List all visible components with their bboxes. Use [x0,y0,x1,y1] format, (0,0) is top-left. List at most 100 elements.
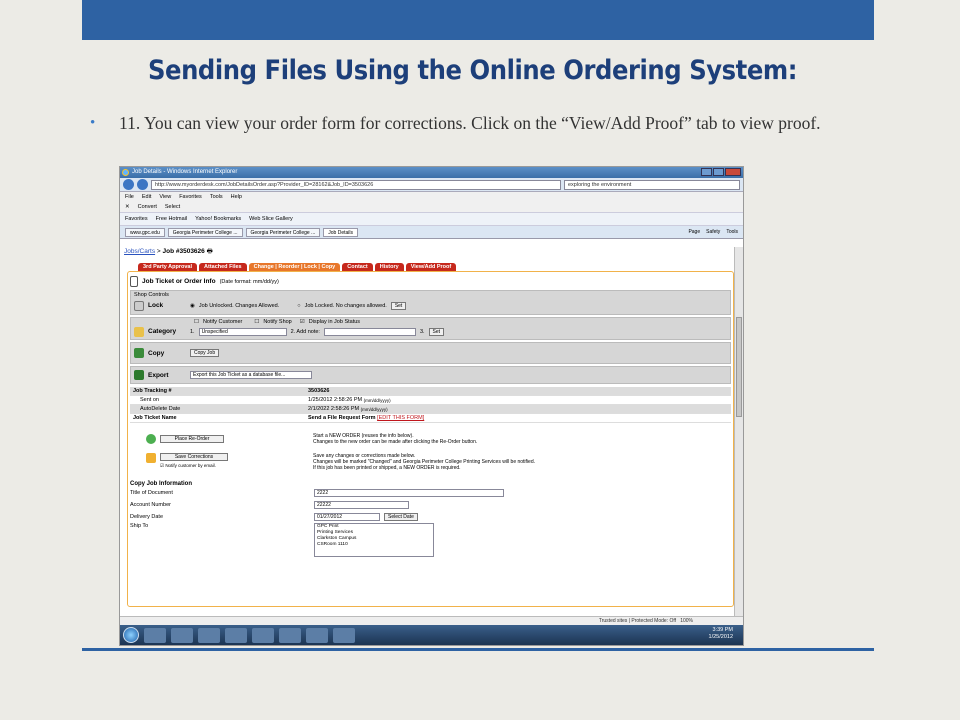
edit-form-link[interactable]: [EDIT THIS FORM] [377,415,424,421]
tools-menu[interactable]: Tools [726,229,738,235]
field-row: Title of Document 2222 [130,487,731,499]
save-note: If this job has been printed or shipped,… [313,465,461,471]
menu-file[interactable]: File [125,194,134,200]
account-number-input[interactable]: 22222 [314,501,409,509]
lock-radio-unlocked[interactable]: ◉ [190,303,195,309]
category-note-input[interactable] [323,327,416,336]
tab-attached-files[interactable]: Attached Files [199,263,247,271]
url-input[interactable]: http://www.myorderdesk.com/JobDetailsOrd… [151,179,561,190]
tab-gpc-college-2[interactable]: Georgia Perimeter College ... [245,227,321,237]
ship-to-textarea[interactable]: GPC Print Printing Services Clarkston Ca… [314,523,434,557]
ticket-name-value: Send a File Request Form [308,415,376,421]
category-select[interactable]: Unspecified [198,327,287,336]
taskbar-word-icon[interactable] [252,627,274,643]
slide-title: Sending Files Using the Online Ordering … [148,55,797,86]
vertical-scrollbar[interactable] [734,247,743,621]
copy-job-button[interactable]: Copy Job [190,349,220,357]
favorites-bar: Favorites Free Hotmail Yahoo! Bookmarks … [120,213,743,226]
sent-suffix: (mm/dd/yyyy) [363,397,391,403]
ie-icon [122,169,129,176]
page-menu[interactable]: Page [688,229,700,235]
fav-webslice[interactable]: Web Slice Gallery [249,216,293,222]
safety-menu[interactable]: Safety [706,229,720,235]
scroll-thumb[interactable] [736,317,742,417]
taskbar-ie-icon[interactable] [144,627,166,643]
back-button[interactable] [123,179,134,190]
status-text: Trusted sites | Protected Mode: Off [598,618,677,624]
zoom-level[interactable]: 100% [680,618,693,624]
copy-icon [134,348,144,358]
fav-yahoo[interactable]: Yahoo! Bookmarks [195,216,241,222]
export-icon [134,370,144,380]
tab-change-reorder[interactable]: Change | Reorder | Lock | Copy [248,263,341,271]
tab-gpc[interactable]: www.gpc.edu [125,227,165,237]
tab-3rd-party-approval[interactable]: 3rd Party Approval [138,263,198,271]
taskbar-app2-icon[interactable] [306,627,328,643]
tab-history[interactable]: History [374,263,404,271]
reorder-note: Changes to the new order can be made aft… [313,439,478,445]
bullet-text: 11. You can view your order form for cor… [119,113,821,133]
ticket-name-label: Job Ticket Name [133,415,177,421]
tracking-label: Job Tracking # [133,388,172,394]
menu-favorites[interactable]: Favorites [179,194,202,200]
favorites-button[interactable]: Favorites [125,216,148,222]
close-button[interactable] [725,168,741,176]
menu-view[interactable]: View [159,194,171,200]
minimize-button[interactable] [701,168,712,176]
menu-bar: File Edit View Favorites Tools Help [120,192,743,202]
maximize-button[interactable] [713,168,724,176]
notify-shop-checkbox[interactable]: ☐ [254,319,259,325]
status-bar: Trusted sites | Protected Mode: Off 100% [120,616,743,625]
job-panel: Job Ticket or Order Info (Date format: m… [127,271,734,607]
clipboard-icon [130,276,138,287]
save-corrections-button[interactable]: Save Corrections [160,453,228,461]
save-notes: Save any changes or corrections made bel… [313,453,535,471]
reorder-notes: Start a NEW ORDER (reuses the info below… [313,433,477,445]
taskbar-app-icon[interactable] [225,627,247,643]
lock-label: Lock [148,302,164,309]
print-icon[interactable]: 🖶 [207,248,213,255]
search-input[interactable]: exploring the environment [564,179,740,190]
display-status-checkbox[interactable]: ☑ [300,319,305,325]
export-select[interactable]: Export this Job Ticket as a database fil… [190,371,312,379]
tab-view-add-proof[interactable]: View/Add Proof [405,263,457,271]
taskbar-outlook-icon[interactable] [198,627,220,643]
title-of-document-input[interactable]: 2222 [314,489,504,497]
delivery-date-input[interactable]: 01/27/2012 [314,513,380,521]
menu-tools[interactable]: Tools [210,194,223,200]
menu-help[interactable]: Help [231,194,242,200]
notify-shop-label: Notify Shop [263,319,292,325]
taskbar-pdf-icon[interactable] [333,627,355,643]
forward-button[interactable] [137,179,148,190]
tab-contact[interactable]: Contact [342,263,373,271]
menu-edit[interactable]: Edit [142,194,151,200]
start-button[interactable] [123,627,139,643]
category-row: Category 1. Unspecified 2. Add note: 3. … [134,325,727,338]
slide-top-bar [82,0,874,40]
tracking-value: 3503626 [308,388,330,394]
tab-gpc-college-1[interactable]: Georgia Perimeter College ... [167,227,243,237]
lock-set-button[interactable]: Set [390,301,407,310]
taskbar-clock[interactable]: 3:39 PM 1/25/2012 [709,627,733,641]
place-reorder-button[interactable]: Place Re-Order [160,435,224,443]
taskbar-explorer-icon[interactable] [171,627,193,643]
lock-radio-locked[interactable]: ○ [297,303,300,309]
toolbar: ✕ Convert Select [120,202,743,213]
display-status-label: Display in Job Status [308,319,361,325]
convert-button[interactable]: Convert [138,204,157,210]
tab-job-details[interactable]: Job Details [323,227,359,237]
field-label: Account Number [130,502,171,508]
select-date-button[interactable]: Select Date [384,513,418,521]
fav-hotmail[interactable]: Free Hotmail [156,216,187,222]
notify-customer-checkbox[interactable]: ☐ [194,319,199,325]
category-set-button[interactable]: Set [428,327,445,336]
notify-email-checkbox[interactable]: ☑ [160,463,164,468]
select-button[interactable]: Select [165,204,180,210]
close-icon[interactable]: ✕ [125,204,130,210]
breadcrumb-jobs-link[interactable]: Jobs/Carts [124,248,155,255]
breadcrumb: Jobs/Carts > Job #3503626 🖶 [124,248,213,255]
field-label: Title of Document [130,490,173,496]
export-label: Export [148,371,169,379]
taskbar-people-icon[interactable] [279,627,301,643]
taskbar: 3:39 PM 1/25/2012 [120,625,743,645]
